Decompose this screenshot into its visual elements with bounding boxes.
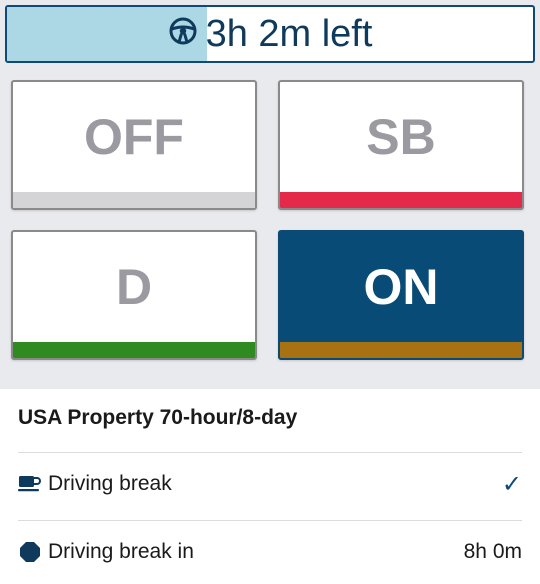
status-on-button[interactable]: ON (278, 230, 524, 360)
status-d-button[interactable]: D (11, 230, 257, 360)
divider (18, 452, 522, 453)
status-d-label: D (115, 259, 153, 315)
octagon-stop-icon (18, 540, 42, 564)
status-sb-label: SB (366, 109, 436, 165)
driving-break-in-value: 8h 0m (463, 540, 522, 563)
status-d-bar (13, 342, 255, 358)
driving-break-check: ✓ (501, 470, 522, 498)
drive-time-remaining-bar[interactable]: 3h 2m left (5, 5, 535, 63)
driving-break-in-row: Driving break in 8h 0m (18, 532, 522, 572)
duty-status-panel: 3h 2m left OFF SB D ON (0, 0, 540, 389)
timer-content: 3h 2m left (7, 7, 533, 61)
steering-wheel-icon (168, 13, 206, 56)
driving-break-row: Driving break ✓ (18, 464, 522, 504)
status-on-bar (280, 342, 522, 358)
status-off-label: OFF (84, 109, 184, 165)
ruleset-title: USA Property 70-hour/8-day (18, 406, 298, 429)
timer-text: 3h 2m left (205, 12, 373, 55)
driving-break-label: Driving break (48, 472, 172, 495)
status-sb-bar (280, 192, 522, 208)
divider (18, 520, 522, 521)
status-off-bar (13, 192, 255, 208)
status-sb-button[interactable]: SB (278, 80, 524, 210)
coffee-cup-icon (18, 472, 42, 496)
status-on-label: ON (363, 259, 439, 315)
status-off-button[interactable]: OFF (11, 80, 257, 210)
driving-break-in-label: Driving break in (48, 540, 194, 563)
